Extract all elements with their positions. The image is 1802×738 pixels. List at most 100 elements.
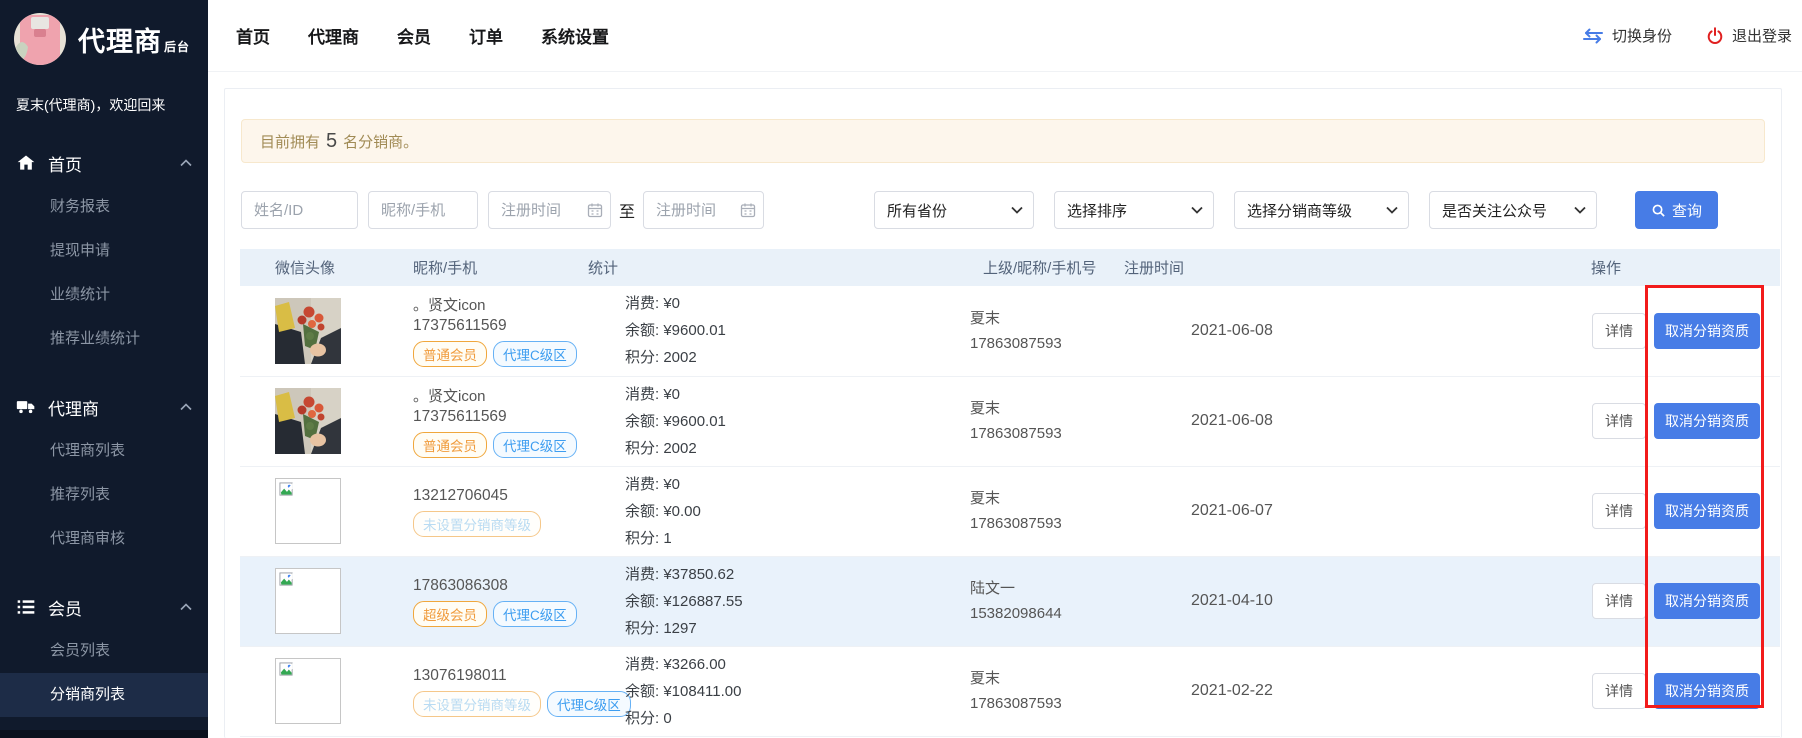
- sidebar-item-distributor-list[interactable]: 分销商列表: [0, 673, 208, 717]
- switch-identity-label: 切换身份: [1612, 25, 1672, 46]
- topbar-right: 切换身份 退出登录: [1582, 25, 1802, 46]
- member-phone: 17375611569: [413, 317, 586, 335]
- parent-cell: 夏末 17863087593: [968, 286, 1123, 376]
- content-card: 目前拥有 5 名分销商。 至 所有省份: [224, 88, 1782, 738]
- province-select[interactable]: 所有省份: [874, 191, 1034, 229]
- distributor-table: 微信头像 昵称/手机 统计 上级/昵称/手机号 注册时间 操作: [240, 249, 1766, 737]
- member-level-badge: 普通会员: [413, 432, 487, 458]
- detail-button[interactable]: 详情: [1592, 313, 1646, 349]
- reg-time-end-field: [643, 191, 764, 229]
- sidebar-section-agent: 代理商 代理商列表 推荐列表 代理商审核: [0, 385, 208, 561]
- topnav-item-system-settings[interactable]: 系统设置: [541, 23, 609, 48]
- col-header-stats: 统计: [587, 249, 968, 286]
- reg-date-cell: 2021-04-10: [1123, 556, 1590, 646]
- parent-name: 夏末: [970, 396, 1122, 421]
- sidebar-item-label: 首页: [48, 151, 180, 176]
- registration-date: 2021-02-22: [1191, 682, 1273, 699]
- table-row: 。贤文icon 17375611569 普通会员代理C级区 消费: ¥0 余额:…: [240, 376, 1780, 466]
- distributor-count: 5: [326, 130, 337, 153]
- chevron-down-icon: [1191, 206, 1203, 214]
- broken-image-icon: [279, 572, 337, 587]
- nickname-cell: 。贤文icon 17375611569 普通会员代理C级区: [403, 286, 587, 376]
- detail-button[interactable]: 详情: [1592, 403, 1646, 439]
- parent-cell: 夏末 17863087593: [968, 376, 1123, 466]
- chevron-down-icon: [1386, 206, 1398, 214]
- stat-balance: 余额: ¥108411.00: [625, 678, 967, 705]
- search-button[interactable]: 查询: [1635, 191, 1718, 229]
- stats-cell: 消费: ¥0 余额: ¥9600.01 积分: 2002: [587, 286, 968, 376]
- member-badges: 未设置分销商等级: [413, 511, 586, 537]
- member-level-badge: 未设置分销商等级: [413, 691, 541, 717]
- sidebar-item-referral-list[interactable]: 推荐列表: [0, 473, 208, 517]
- truck-icon: [16, 397, 36, 417]
- parent-phone: 15382098644: [970, 601, 1122, 626]
- topnav-item-member[interactable]: 会员: [397, 23, 431, 48]
- detail-button[interactable]: 详情: [1592, 583, 1646, 619]
- stat-points: 积分: 2002: [625, 344, 967, 371]
- sidebar-item-performance-stats[interactable]: 业绩统计: [0, 273, 208, 317]
- distributor-count-alert: 目前拥有 5 名分销商。: [241, 119, 1765, 163]
- sidebar-item-member-list[interactable]: 会员列表: [0, 629, 208, 673]
- switch-identity-button[interactable]: 切换身份: [1582, 25, 1672, 46]
- stat-consumption: 消费: ¥37850.62: [625, 561, 967, 588]
- nickname-cell: 13212706045 未设置分销商等级: [403, 466, 587, 556]
- member-badges: 超级会员代理C级区: [413, 601, 586, 627]
- reg-time-start-field: [488, 191, 611, 229]
- list-icon: [16, 597, 36, 617]
- broken-image-avatar: [275, 478, 341, 544]
- filter-bar: 至 所有省份 选择排序 选择分销商等级 是否关注公众号: [241, 191, 1765, 229]
- reg-time-end-input[interactable]: [643, 191, 764, 229]
- stats-cell: 消费: ¥37850.62 余额: ¥126887.55 积分: 1297: [587, 556, 968, 646]
- broken-image-avatar: [275, 658, 341, 724]
- actions-cell: 详情取消分销资质: [1590, 286, 1780, 376]
- sidebar-item-referral-performance-stats[interactable]: 推荐业绩统计: [0, 317, 208, 361]
- distributor-level-select[interactable]: 选择分销商等级: [1234, 191, 1409, 229]
- sidebar-item-agent-list[interactable]: 代理商列表: [0, 429, 208, 473]
- sidebar-item-financial-report[interactable]: 财务报表: [0, 185, 208, 229]
- follow-official-account-select[interactable]: 是否关注公众号: [1429, 191, 1597, 229]
- sidebar-item-home[interactable]: 首页: [0, 141, 208, 185]
- name-id-input[interactable]: [241, 191, 358, 229]
- col-header-avatar: 微信头像: [240, 249, 403, 286]
- reg-time-start-input[interactable]: [488, 191, 611, 229]
- cancel-distribution-button[interactable]: 取消分销资质: [1654, 403, 1760, 439]
- parent-name: 夏末: [970, 666, 1122, 691]
- stat-consumption: 消费: ¥0: [625, 471, 967, 498]
- stat-points: 积分: 2002: [625, 435, 967, 462]
- sidebar-item-member[interactable]: 会员: [0, 585, 208, 629]
- wechat-avatar: [275, 388, 341, 454]
- logo-avatar: [14, 13, 66, 65]
- logout-button[interactable]: 退出登录: [1706, 25, 1792, 46]
- reg-date-cell: 2021-02-22: [1123, 646, 1590, 736]
- col-header-nickname-phone: 昵称/手机: [403, 249, 587, 286]
- search-button-label: 查询: [1672, 200, 1702, 221]
- swap-icon: [1582, 28, 1604, 44]
- cancel-distribution-button[interactable]: 取消分销资质: [1654, 493, 1760, 529]
- distributor-level-select-value: 选择分销商等级: [1247, 200, 1378, 221]
- sidebar-item-agent-review[interactable]: 代理商审核: [0, 517, 208, 561]
- sidebar-item-label: 会员: [48, 595, 180, 620]
- nickname-cell: 17863086308 超级会员代理C级区: [403, 556, 587, 646]
- nickname-phone-input[interactable]: [368, 191, 478, 229]
- cancel-distribution-button[interactable]: 取消分销资质: [1654, 313, 1760, 349]
- sidebar-item-agent[interactable]: 代理商: [0, 385, 208, 429]
- stat-points: 积分: 1297: [625, 615, 967, 642]
- table-row: 。贤文icon 17375611569 普通会员代理C级区 消费: ¥0 余额:…: [240, 286, 1780, 376]
- table-row: 13076198011 未设置分销商等级代理C级区 消费: ¥3266.00 余…: [240, 646, 1780, 736]
- sort-select[interactable]: 选择排序: [1054, 191, 1214, 229]
- logo[interactable]: 代理商后台: [0, 0, 208, 65]
- detail-button[interactable]: 详情: [1592, 673, 1646, 709]
- cancel-distribution-button[interactable]: 取消分销资质: [1654, 673, 1760, 709]
- cancel-distribution-button[interactable]: 取消分销资质: [1654, 583, 1760, 619]
- topnav-item-order[interactable]: 订单: [469, 23, 503, 48]
- sidebar-item-withdrawal-request[interactable]: 提现申请: [0, 229, 208, 273]
- topnav-item-home[interactable]: 首页: [236, 23, 270, 48]
- chevron-up-icon: [180, 159, 192, 167]
- member-badges: 普通会员代理C级区: [413, 341, 586, 367]
- member-nickname: 。贤文icon: [413, 385, 586, 406]
- detail-button[interactable]: 详情: [1592, 493, 1646, 529]
- topnav-item-agent[interactable]: 代理商: [308, 23, 359, 48]
- sidebar-item-label: 代理商: [48, 395, 180, 420]
- parent-phone: 17863087593: [970, 331, 1122, 356]
- table-header-row: 微信头像 昵称/手机 统计 上级/昵称/手机号 注册时间 操作: [240, 249, 1780, 286]
